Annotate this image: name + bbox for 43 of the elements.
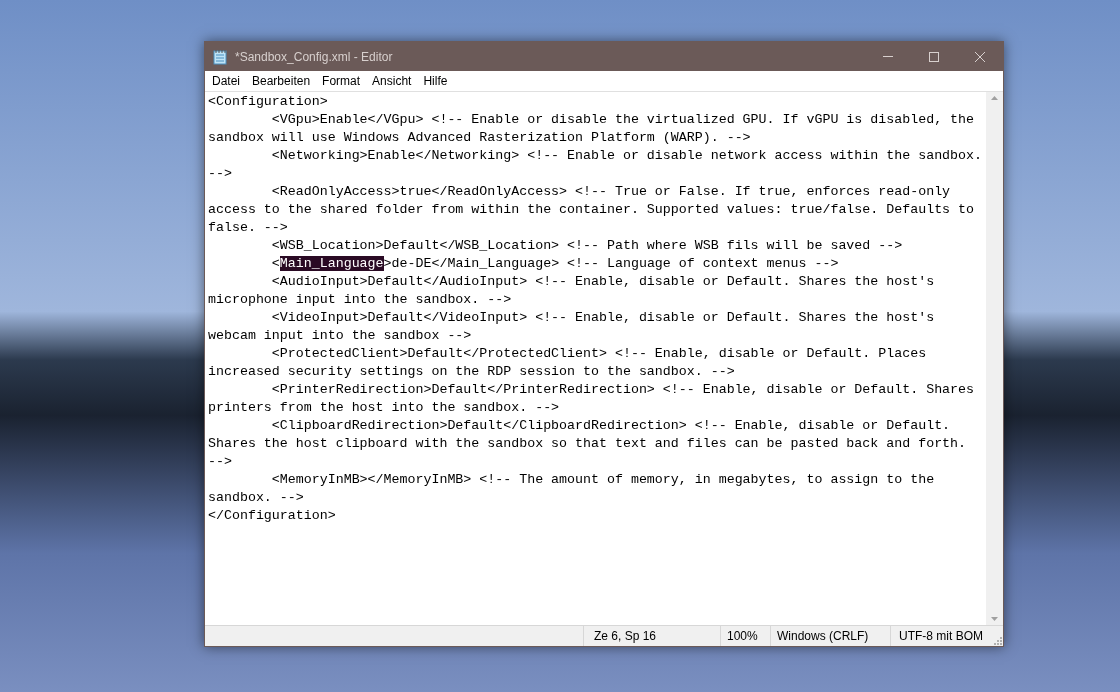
scroll-down-icon [991,617,998,621]
code-line: <VGpu>Enable</VGpu> <!-- Enable or disable the virtualized GPU. If vGPU is disabled, the [270,111,976,129]
code-line: printers from the host into the sandbox. --> [208,399,561,417]
code-line: <MemoryInMB></MemoryInMB> <!-- The amount of memory, in megabytes, to assign to the [270,471,936,489]
code-line: microphone input into the sandbox. --> [208,291,513,309]
code-line: access to the shared folder from within the container. Supported values: true/false. Defaults to [208,201,976,219]
code-line: webcam input into the sandbox --> [208,327,473,345]
code-line: </Configuration> [208,507,337,525]
close-icon [975,51,985,62]
code-line: sandbox. --> [208,489,305,507]
code-line: <PrinterRedirection>Default</PrinterRedirection> <!-- Enable, disable or Default. Shares [270,381,976,399]
menu-item[interactable]: Hilfe [417,72,454,90]
code-line: <ProtectedClient>Default</ProtectedClient> <!-- Enable, disable or Default. Places [270,345,928,363]
cursor-position: Ze 6, Sp 16 [583,626,720,646]
zoom-level: 100% [720,626,770,646]
code-line: <AudioInput>Default</AudioInput> <!-- Enable, disable or Default. Shares the host's [270,273,936,291]
code-line: <Main_Language>de-DE</Main_Language> <!-- Language of context menus --> [270,255,840,273]
code-line: --> [208,453,233,471]
minimize-icon [883,56,893,57]
vertical-scrollbar[interactable] [986,92,1003,625]
text-selection: Main_Language [279,256,384,271]
code-line: false. --> [208,219,289,237]
scroll-up-icon [991,96,998,100]
window-title: *Sandbox_Config.xml - Editor [235,48,393,66]
code-line: <WSB_Location>Default</WSB_Location> <!-- Path where WSB fils will be saved --> [270,237,904,255]
notepad-icon [213,48,227,65]
menu-item[interactable]: Ansicht [366,72,418,90]
code-line: <Configuration> [208,93,329,111]
maximize-icon [929,51,939,62]
menu-item[interactable]: Format [316,72,367,90]
code-line: <Networking>Enable</Networking> <!-- Enable or disable network access within the sandbox. [270,147,983,165]
encoding: UTF-8 mit BOM [890,626,992,646]
code-line: <ReadOnlyAccess>true</ReadOnlyAccess> <!-- True or False. If true, enforces read-only [270,183,952,201]
code-line: <VideoInput>Default</VideoInput> <!-- Enable, disable or Default. Shares the host's [270,309,936,327]
resize-grip-icon [992,635,1002,645]
code-line: increased security settings on the RDP session to the sandbox. --> [208,363,736,381]
code-line: <ClipboardRedirection>Default</ClipboardRedirection> <!-- Enable, disable or Default. [270,417,952,435]
code-line: Shares the host clipboard with the sandbox so that text and files can be pasted back and forth. [208,435,968,453]
line-endings: Windows (CRLF) [770,626,890,646]
code-line: sandbox will use Windows Advanced Rasterization Platform (WARP). --> [208,129,752,147]
menu-item[interactable]: Datei [206,72,246,90]
code-line: --> [208,165,233,183]
menu-item[interactable]: Bearbeiten [246,72,317,90]
